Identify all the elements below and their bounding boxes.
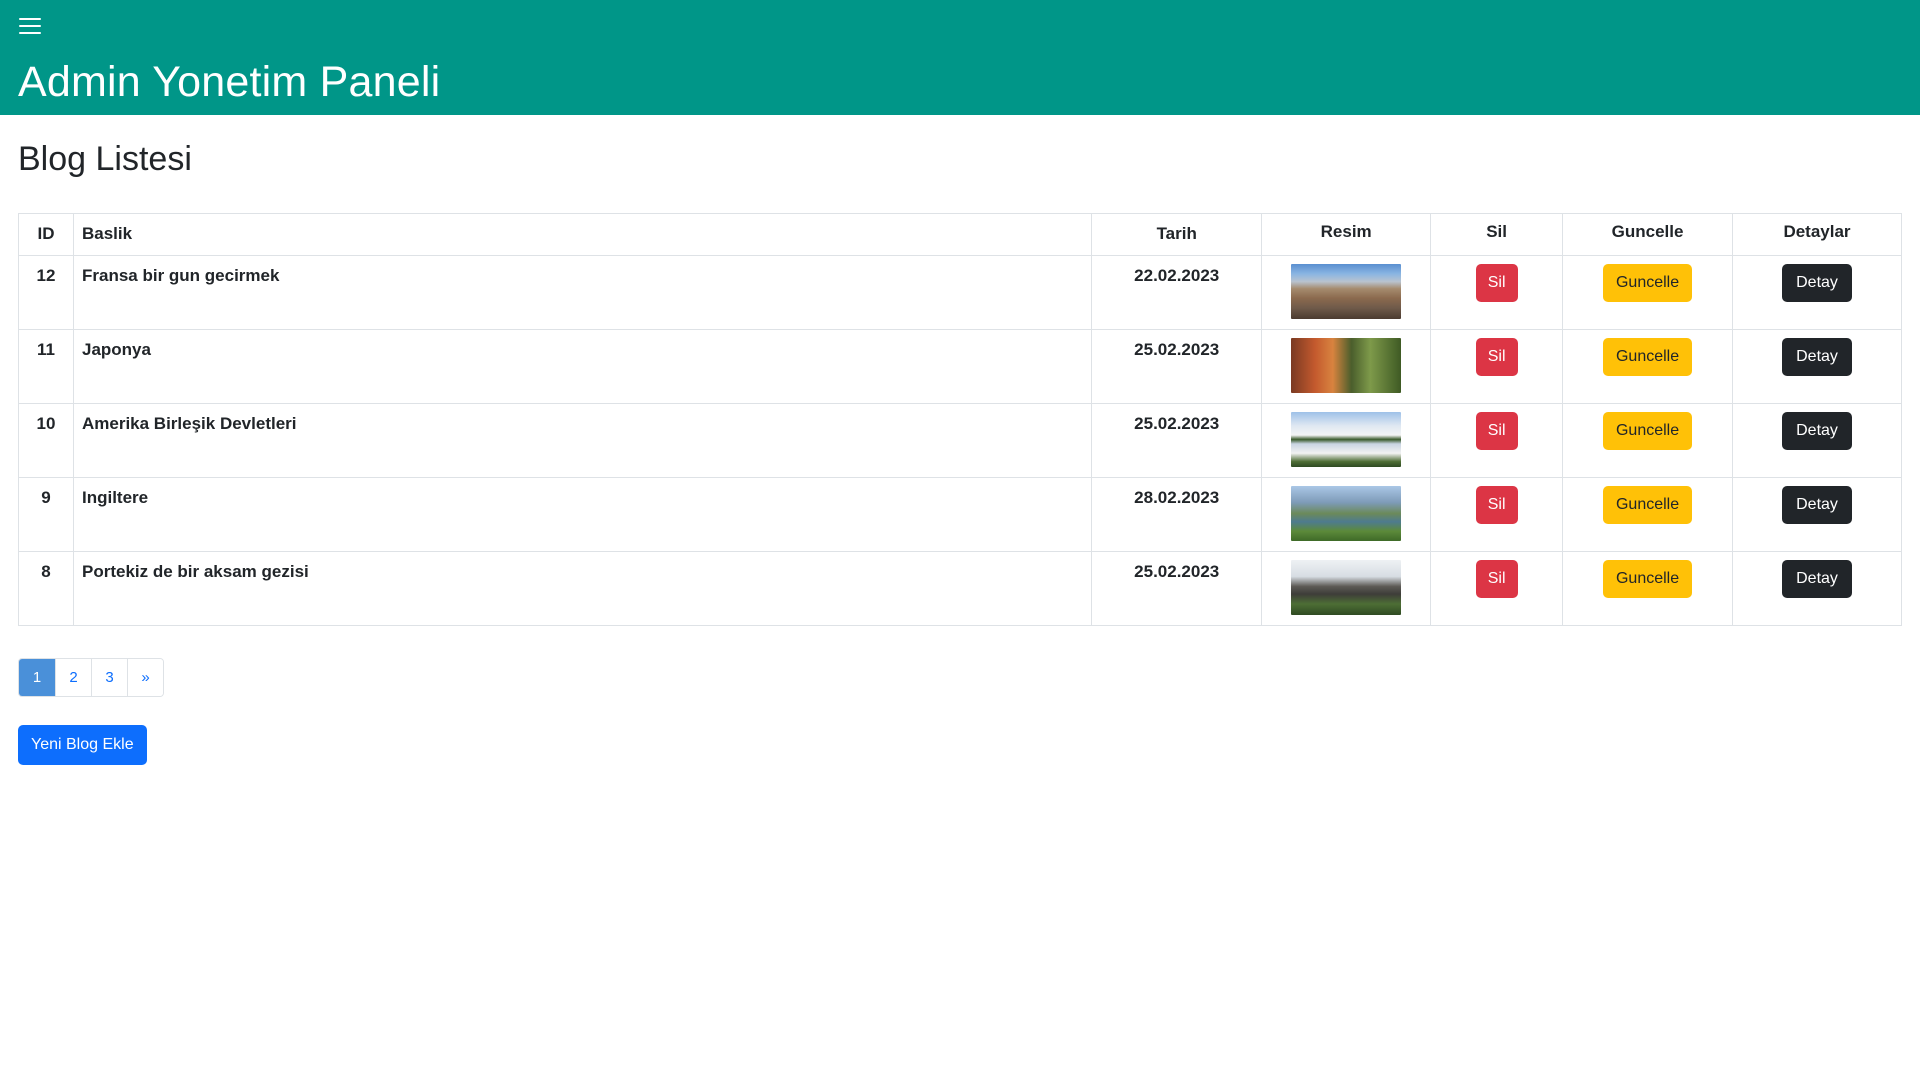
row-id: 9 — [18, 477, 74, 552]
row-detail-cell: Detay — [1732, 255, 1902, 330]
detail-button[interactable]: Detay — [1782, 338, 1852, 376]
column-header-delete: Sil — [1430, 213, 1564, 256]
row-image-cell — [1261, 403, 1432, 478]
japan-autumn-garden-thumbnail — [1291, 338, 1402, 393]
row-update-cell: Guncelle — [1562, 551, 1734, 626]
update-button[interactable]: Guncelle — [1602, 338, 1693, 376]
row-date: 22.02.2023 — [1091, 255, 1263, 330]
row-image-cell — [1261, 255, 1432, 330]
row-delete-cell: Sil — [1430, 551, 1564, 626]
row-delete-cell: Sil — [1430, 329, 1564, 404]
page-link-2[interactable]: 2 — [55, 659, 91, 696]
row-detail-cell: Detay — [1732, 477, 1902, 552]
top-header-bar: Admin Yonetim Paneli — [0, 0, 1920, 115]
row-date: 25.02.2023 — [1091, 551, 1263, 626]
table-row: 8 Portekiz de bir aksam gezisi 25.02.202… — [18, 551, 1902, 626]
pagination: 1 2 3 » — [18, 658, 164, 697]
paris-cityscape-thumbnail — [1291, 264, 1402, 319]
table-row: 10 Amerika Birleşik Devletleri 25.02.202… — [18, 403, 1902, 478]
row-image-cell — [1261, 477, 1432, 552]
column-header-title: Baslik — [72, 213, 1093, 256]
hamburger-menu-icon[interactable] — [18, 14, 42, 38]
update-button[interactable]: Guncelle — [1602, 560, 1693, 598]
column-header-id: ID — [18, 213, 74, 256]
row-date: 25.02.2023 — [1091, 329, 1263, 404]
detail-button[interactable]: Detay — [1782, 264, 1852, 302]
column-header-date: Tarih — [1091, 213, 1263, 256]
row-detail-cell: Detay — [1732, 403, 1902, 478]
update-button[interactable]: Guncelle — [1602, 412, 1693, 450]
delete-button[interactable]: Sil — [1475, 264, 1518, 302]
column-header-details: Detaylar — [1732, 213, 1902, 256]
row-title: Fransa bir gun gecirmek — [72, 255, 1093, 330]
row-title: Ingiltere — [72, 477, 1093, 552]
column-header-image: Resim — [1261, 213, 1432, 256]
delete-button[interactable]: Sil — [1475, 560, 1518, 598]
page-link-1[interactable]: 1 — [19, 659, 55, 696]
england-lake-landscape-thumbnail — [1291, 486, 1402, 541]
row-title: Portekiz de bir aksam gezisi — [72, 551, 1093, 626]
detail-button[interactable]: Detay — [1782, 560, 1852, 598]
table-header: ID Baslik Tarih Resim Sil Guncelle Detay… — [18, 213, 1902, 256]
row-delete-cell: Sil — [1430, 403, 1564, 478]
row-id: 8 — [18, 551, 74, 626]
row-image-cell — [1261, 551, 1432, 626]
row-delete-cell: Sil — [1430, 477, 1564, 552]
table-row: 12 Fransa bir gun gecirmek 22.02.2023 Si… — [18, 255, 1902, 330]
blog-table: ID Baslik Tarih Resim Sil Guncelle Detay… — [18, 213, 1902, 626]
table-header-row: ID Baslik Tarih Resim Sil Guncelle Detay… — [18, 213, 1902, 256]
page-next-link[interactable]: » — [127, 659, 163, 696]
row-id: 10 — [18, 403, 74, 478]
row-delete-cell: Sil — [1430, 255, 1564, 330]
add-blog-button[interactable]: Yeni Blog Ekle — [18, 725, 147, 765]
detail-button[interactable]: Detay — [1782, 412, 1852, 450]
row-date: 28.02.2023 — [1091, 477, 1263, 552]
row-update-cell: Guncelle — [1562, 329, 1734, 404]
detail-button[interactable]: Detay — [1782, 486, 1852, 524]
portugal-castle-thumbnail — [1291, 560, 1402, 615]
row-update-cell: Guncelle — [1562, 255, 1734, 330]
table-body: 12 Fransa bir gun gecirmek 22.02.2023 Si… — [18, 255, 1902, 626]
page-link-3[interactable]: 3 — [91, 659, 127, 696]
row-detail-cell: Detay — [1732, 551, 1902, 626]
white-house-thumbnail — [1291, 412, 1402, 467]
row-update-cell: Guncelle — [1562, 477, 1734, 552]
table-row: 11 Japonya 25.02.2023 Sil Guncelle Detay — [18, 329, 1902, 404]
delete-button[interactable]: Sil — [1475, 412, 1518, 450]
row-title: Amerika Birleşik Devletleri — [72, 403, 1093, 478]
update-button[interactable]: Guncelle — [1602, 486, 1693, 524]
update-button[interactable]: Guncelle — [1602, 264, 1693, 302]
row-title: Japonya — [72, 329, 1093, 404]
delete-button[interactable]: Sil — [1475, 338, 1518, 376]
row-id: 11 — [18, 329, 74, 404]
row-id: 12 — [18, 255, 74, 330]
row-image-cell — [1261, 329, 1432, 404]
page-title: Blog Listesi — [18, 140, 192, 178]
delete-button[interactable]: Sil — [1475, 486, 1518, 524]
column-header-update: Guncelle — [1562, 213, 1734, 256]
app-title: Admin Yonetim Paneli — [18, 58, 441, 106]
row-detail-cell: Detay — [1732, 329, 1902, 404]
table-row: 9 Ingiltere 28.02.2023 Sil Guncelle Deta… — [18, 477, 1902, 552]
row-update-cell: Guncelle — [1562, 403, 1734, 478]
row-date: 25.02.2023 — [1091, 403, 1263, 478]
